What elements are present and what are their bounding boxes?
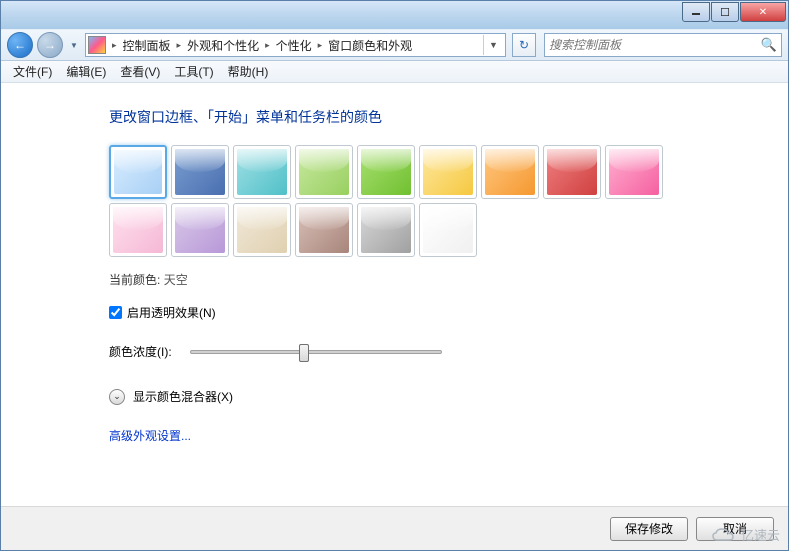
color-swatch[interactable] (171, 145, 229, 199)
current-color-row: 当前颜色: 天空 (109, 271, 768, 288)
menu-view[interactable]: 查看(V) (114, 61, 166, 82)
nav-history-dropdown[interactable]: ▼ (67, 36, 81, 54)
current-color-value: 天空 (164, 273, 188, 287)
breadcrumb-seg[interactable]: 个性化 (272, 35, 316, 56)
color-swatch-grid (109, 145, 669, 257)
breadcrumb: ▸ 控制面板 ▸ 外观和个性化 ▸ 个性化 ▸ 窗口颜色和外观 ▼ (110, 35, 503, 56)
breadcrumb-seg[interactable]: 外观和个性化 (183, 35, 263, 56)
advanced-appearance-link[interactable]: 高级外观设置... (109, 429, 191, 443)
color-swatch[interactable] (171, 203, 229, 257)
back-button[interactable]: ← (7, 32, 33, 58)
address-dropdown-icon[interactable]: ▼ (483, 35, 503, 55)
breadcrumb-arrow-icon[interactable]: ▸ (316, 40, 325, 51)
forward-button[interactable]: → (37, 32, 63, 58)
menu-tools[interactable]: 工具(T) (168, 61, 219, 82)
control-panel-icon (88, 36, 106, 54)
window-controls: ✕ (682, 1, 786, 22)
minimize-button[interactable] (682, 2, 710, 22)
page-title: 更改窗口边框、「开始」菜单和任务栏的颜色 (109, 107, 768, 127)
menu-file[interactable]: 文件(F) (7, 61, 58, 82)
color-swatch[interactable] (357, 145, 415, 199)
color-swatch[interactable] (233, 203, 291, 257)
mixer-row: ⌄ 显示颜色混合器(X) (109, 388, 768, 405)
search-input[interactable] (549, 38, 761, 52)
color-swatch[interactable] (295, 203, 353, 257)
mixer-label[interactable]: 显示颜色混合器(X) (133, 388, 233, 405)
breadcrumb-seg[interactable]: 控制面板 (119, 35, 175, 56)
search-bar[interactable]: 🔍 (544, 33, 782, 57)
breadcrumb-arrow-icon[interactable]: ▸ (110, 40, 119, 51)
color-swatch[interactable] (109, 203, 167, 257)
menu-help[interactable]: 帮助(H) (222, 61, 275, 82)
color-swatch[interactable] (357, 203, 415, 257)
breadcrumb-arrow-icon[interactable]: ▸ (175, 40, 184, 51)
color-swatch[interactable] (481, 145, 539, 199)
maximize-button[interactable] (711, 2, 739, 22)
color-swatch[interactable] (605, 145, 663, 199)
search-icon[interactable]: 🔍 (761, 37, 777, 53)
chevron-down-icon[interactable]: ⌄ (109, 389, 125, 405)
menubar: 文件(F) 编辑(E) 查看(V) 工具(T) 帮助(H) (1, 61, 788, 83)
color-swatch[interactable] (419, 145, 477, 199)
intensity-slider[interactable] (190, 350, 442, 354)
color-swatch[interactable] (419, 203, 477, 257)
intensity-label: 颜色浓度(I): (109, 343, 172, 360)
current-color-label: 当前颜色: (109, 273, 160, 287)
breadcrumb-arrow-icon[interactable]: ▸ (263, 40, 272, 51)
content-area: 更改窗口边框、「开始」菜单和任务栏的颜色 当前颜色: 天空 启用透明效果(N) … (1, 83, 788, 506)
menu-edit[interactable]: 编辑(E) (60, 61, 112, 82)
button-bar: 保存修改 取消 (1, 506, 788, 550)
transparency-label: 启用透明效果(N) (127, 304, 216, 321)
color-swatch[interactable] (109, 145, 167, 199)
close-button[interactable]: ✕ (740, 2, 786, 22)
navbar: ← → ▼ ▸ 控制面板 ▸ 外观和个性化 ▸ 个性化 ▸ 窗口颜色和外观 ▼ … (1, 29, 788, 61)
color-swatch[interactable] (543, 145, 601, 199)
titlebar: ✕ (1, 1, 788, 29)
slider-thumb[interactable] (299, 344, 309, 362)
address-bar[interactable]: ▸ 控制面板 ▸ 外观和个性化 ▸ 个性化 ▸ 窗口颜色和外观 ▼ (85, 33, 506, 57)
save-button[interactable]: 保存修改 (610, 517, 688, 541)
refresh-button[interactable]: ↻ (512, 33, 536, 57)
color-swatch[interactable] (295, 145, 353, 199)
transparency-checkbox[interactable] (109, 306, 122, 319)
transparency-row: 启用透明效果(N) (109, 304, 768, 321)
breadcrumb-seg[interactable]: 窗口颜色和外观 (324, 35, 416, 56)
intensity-row: 颜色浓度(I): (109, 343, 768, 360)
window: ✕ ← → ▼ ▸ 控制面板 ▸ 外观和个性化 ▸ 个性化 ▸ 窗口颜色和外观 … (0, 0, 789, 551)
cancel-button[interactable]: 取消 (696, 517, 774, 541)
color-swatch[interactable] (233, 145, 291, 199)
